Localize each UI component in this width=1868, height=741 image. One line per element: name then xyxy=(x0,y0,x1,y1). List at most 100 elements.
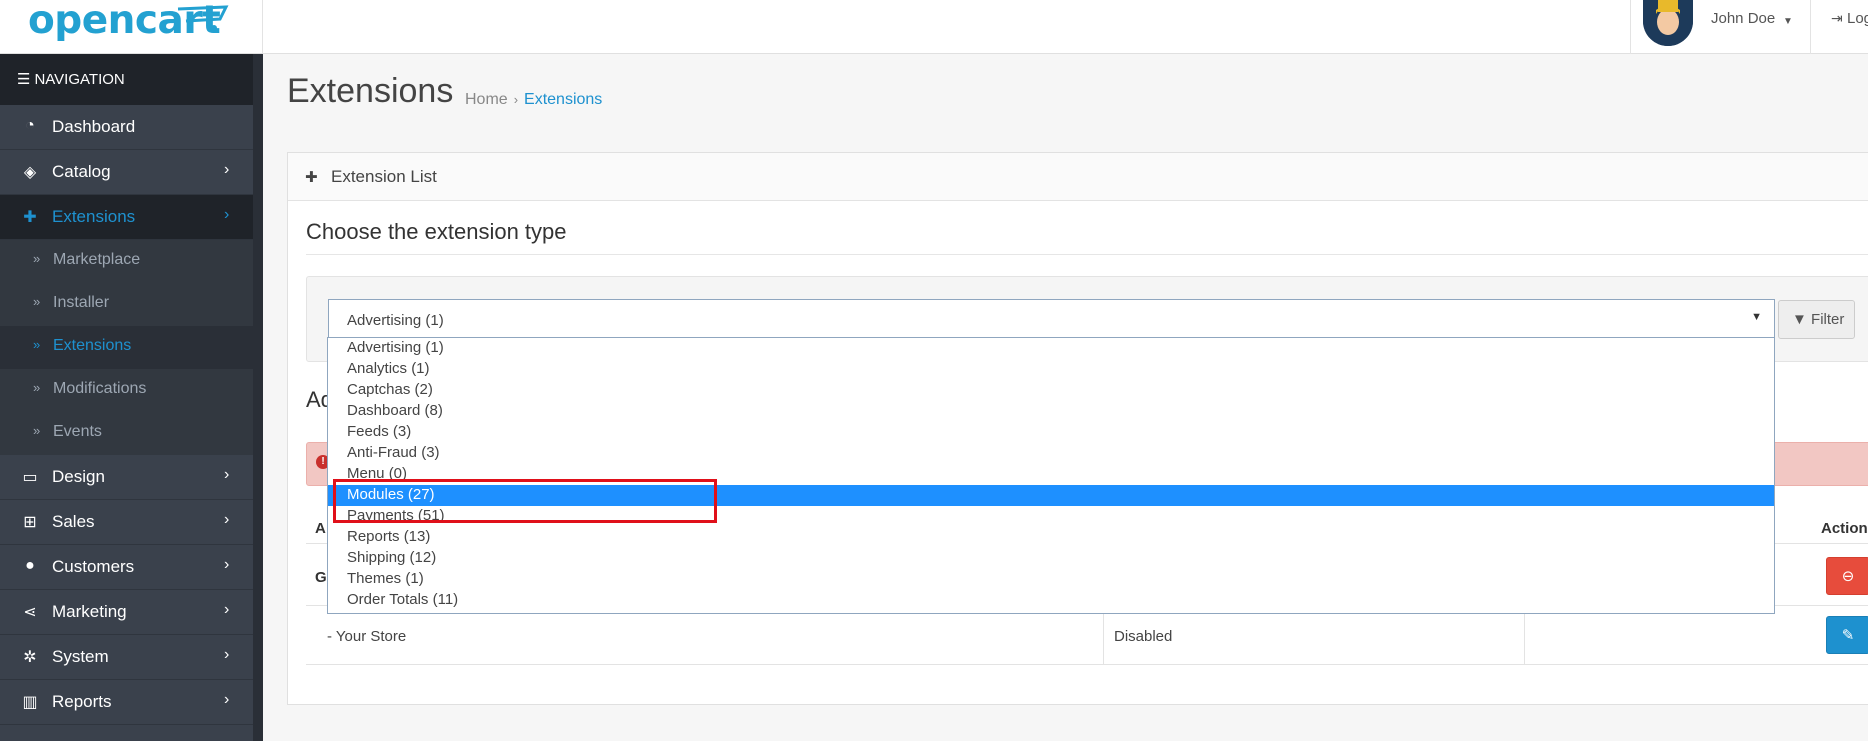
sidebar-item-reports[interactable]: ▥ Reports › xyxy=(0,680,253,725)
store-name: - Your Store xyxy=(327,628,407,645)
user-menu[interactable]: John Doe ▼ xyxy=(1630,0,1810,54)
sidebar-item-label: System xyxy=(52,647,109,666)
sidebar-item-label: Customers xyxy=(52,557,135,576)
sidebar-item-sales[interactable]: ⊞ Sales › xyxy=(0,500,253,545)
sidebar-subitem-label: Modifications xyxy=(53,380,147,397)
divider xyxy=(306,254,1868,255)
sidebar-item-label: Dashboard xyxy=(52,117,136,136)
share-icon: ⋖ xyxy=(23,604,37,621)
sidebar-item-dashboard[interactable]: ◔ Dashboard xyxy=(0,105,253,150)
breadcrumb: Home › Extensions xyxy=(465,91,602,109)
sidebar-scrollbar[interactable] xyxy=(253,54,263,741)
uninstall-button[interactable]: ⊖ xyxy=(1826,557,1868,595)
sign-out-icon: ⇥ xyxy=(1831,10,1843,26)
sidebar-item-catalog[interactable]: ◈ Catalog › xyxy=(0,150,253,195)
tags-icon: ◈ xyxy=(23,164,37,181)
puzzle-icon: ✚ xyxy=(305,169,318,186)
breadcrumb-home[interactable]: Home xyxy=(465,91,508,108)
bars-icon: ☰ xyxy=(17,71,31,88)
annotation-highlight-box xyxy=(333,479,717,523)
caret-down-icon: ▼ xyxy=(1751,311,1762,323)
breadcrumb-extensions[interactable]: Extensions xyxy=(524,91,602,108)
chevron-right-icon: › xyxy=(224,206,230,223)
dropdown-option[interactable]: Advertising (1) xyxy=(328,338,1774,359)
panel-heading: ✚ Extension List xyxy=(288,153,1868,201)
sidebar-item-label: Sales xyxy=(52,512,95,531)
filter-icon: ▼ xyxy=(1792,311,1807,328)
caret-down-icon: ▼ xyxy=(1783,16,1793,27)
bar-chart-icon: ▥ xyxy=(22,694,38,711)
extension-type-dropdown[interactable]: Advertising (1) Analytics (1) Captchas (… xyxy=(327,337,1775,614)
sidebar-item-label: Catalog xyxy=(52,162,111,181)
sidebar-subitem-label: Installer xyxy=(53,294,110,311)
choose-extension-type-heading: Choose the extension type xyxy=(306,219,567,244)
cart-icon: ⊞ xyxy=(23,514,37,531)
minus-circle-icon: ⊖ xyxy=(1841,568,1855,585)
sidebar-subitem-marketplace[interactable]: » Marketplace xyxy=(0,240,253,283)
puzzle-icon: ✚ xyxy=(23,209,37,226)
select-value: Advertising (1) xyxy=(347,312,444,329)
chevron-right-icon: › xyxy=(224,601,230,618)
dropdown-option[interactable]: Reports (13) xyxy=(328,527,1774,548)
sidebar-subitem-label: Extensions xyxy=(53,337,132,354)
navigation-heading: ☰ NAVIGATION xyxy=(0,54,253,105)
sidebar-subitem-label: Marketplace xyxy=(53,251,141,268)
logout-link[interactable]: ⇥ Logout xyxy=(1810,0,1868,54)
sidebar-item-marketing[interactable]: ⋖ Marketing › xyxy=(0,590,253,635)
sidebar-item-customers[interactable]: ● Customers › xyxy=(0,545,253,590)
chevron-right-icon: › xyxy=(224,161,230,178)
chevron-right-icon: › xyxy=(224,466,230,483)
panel-title: Extension List xyxy=(331,167,437,186)
table-line xyxy=(306,664,1868,665)
table-header-action: Action xyxy=(1821,520,1868,537)
sidebar-subitem-modifications[interactable]: » Modifications xyxy=(0,369,253,412)
dropdown-option[interactable]: Analytics (1) xyxy=(328,359,1774,380)
cart-logo-icon xyxy=(177,5,229,31)
sidebar: ☰ NAVIGATION ◔ Dashboard ◈ Catalog › ✚ Ex… xyxy=(0,54,263,741)
breadcrumb-separator: › xyxy=(513,92,519,107)
chevron-right-icon: › xyxy=(224,691,230,708)
sidebar-item-design[interactable]: ▭ Design › xyxy=(0,455,253,500)
sidebar-subitem-extensions[interactable]: » Extensions xyxy=(0,326,253,369)
dropdown-option[interactable]: Feeds (3) xyxy=(328,422,1774,443)
chevron-right-icon: › xyxy=(224,556,230,573)
sidebar-subitem-events[interactable]: » Events xyxy=(0,412,253,455)
edit-button[interactable]: ✎ xyxy=(1826,616,1868,654)
pencil-icon: ✎ xyxy=(1841,627,1855,644)
double-chevron-icon: » xyxy=(33,423,41,438)
chevron-right-icon: › xyxy=(224,646,230,663)
dropdown-option[interactable]: Order Totals (11) xyxy=(328,590,1774,611)
extension-type-select[interactable]: Advertising (1) ▼ xyxy=(328,299,1775,340)
dropdown-option[interactable]: Themes (1) xyxy=(328,569,1774,590)
sidebar-subitem-label: Events xyxy=(53,423,102,440)
sidebar-item-label: Reports xyxy=(52,692,112,711)
double-chevron-icon: » xyxy=(33,380,41,395)
logout-label: Logout xyxy=(1847,10,1868,27)
gear-icon: ✲ xyxy=(23,649,37,666)
chevron-right-icon: › xyxy=(224,511,230,528)
double-chevron-icon: » xyxy=(33,294,41,309)
dropdown-option[interactable]: Anti-Fraud (3) xyxy=(328,443,1774,464)
page-title: Extensions xyxy=(287,72,454,110)
dropdown-option[interactable]: Shipping (12) xyxy=(328,548,1774,569)
logo[interactable]: opencart xyxy=(0,0,263,54)
filter-button[interactable]: ▼ Filter xyxy=(1778,300,1855,339)
sidebar-item-label: Design xyxy=(52,467,105,486)
table-header-name: A xyxy=(315,520,326,537)
top-header: opencart John Doe ▼ ⇥ Logout xyxy=(0,0,1868,54)
dashboard-icon: ◔ xyxy=(25,117,35,134)
sidebar-item-label: Marketing xyxy=(52,602,127,621)
user-icon: ● xyxy=(25,557,35,574)
monitor-icon: ▭ xyxy=(22,469,38,486)
double-chevron-icon: » xyxy=(33,337,41,352)
user-name: John Doe xyxy=(1711,10,1776,27)
dropdown-option[interactable]: Captchas (2) xyxy=(328,380,1774,401)
sidebar-item-label: Extensions xyxy=(52,207,136,226)
sidebar-subitem-installer[interactable]: » Installer xyxy=(0,283,253,326)
sidebar-item-extensions[interactable]: ✚ Extensions › xyxy=(0,195,253,240)
table-row-group: G xyxy=(315,569,327,586)
dropdown-option[interactable]: Dashboard (8) xyxy=(328,401,1774,422)
double-chevron-icon: » xyxy=(33,251,41,266)
sidebar-item-system[interactable]: ✲ System › xyxy=(0,635,253,680)
store-status: Disabled xyxy=(1114,628,1173,645)
